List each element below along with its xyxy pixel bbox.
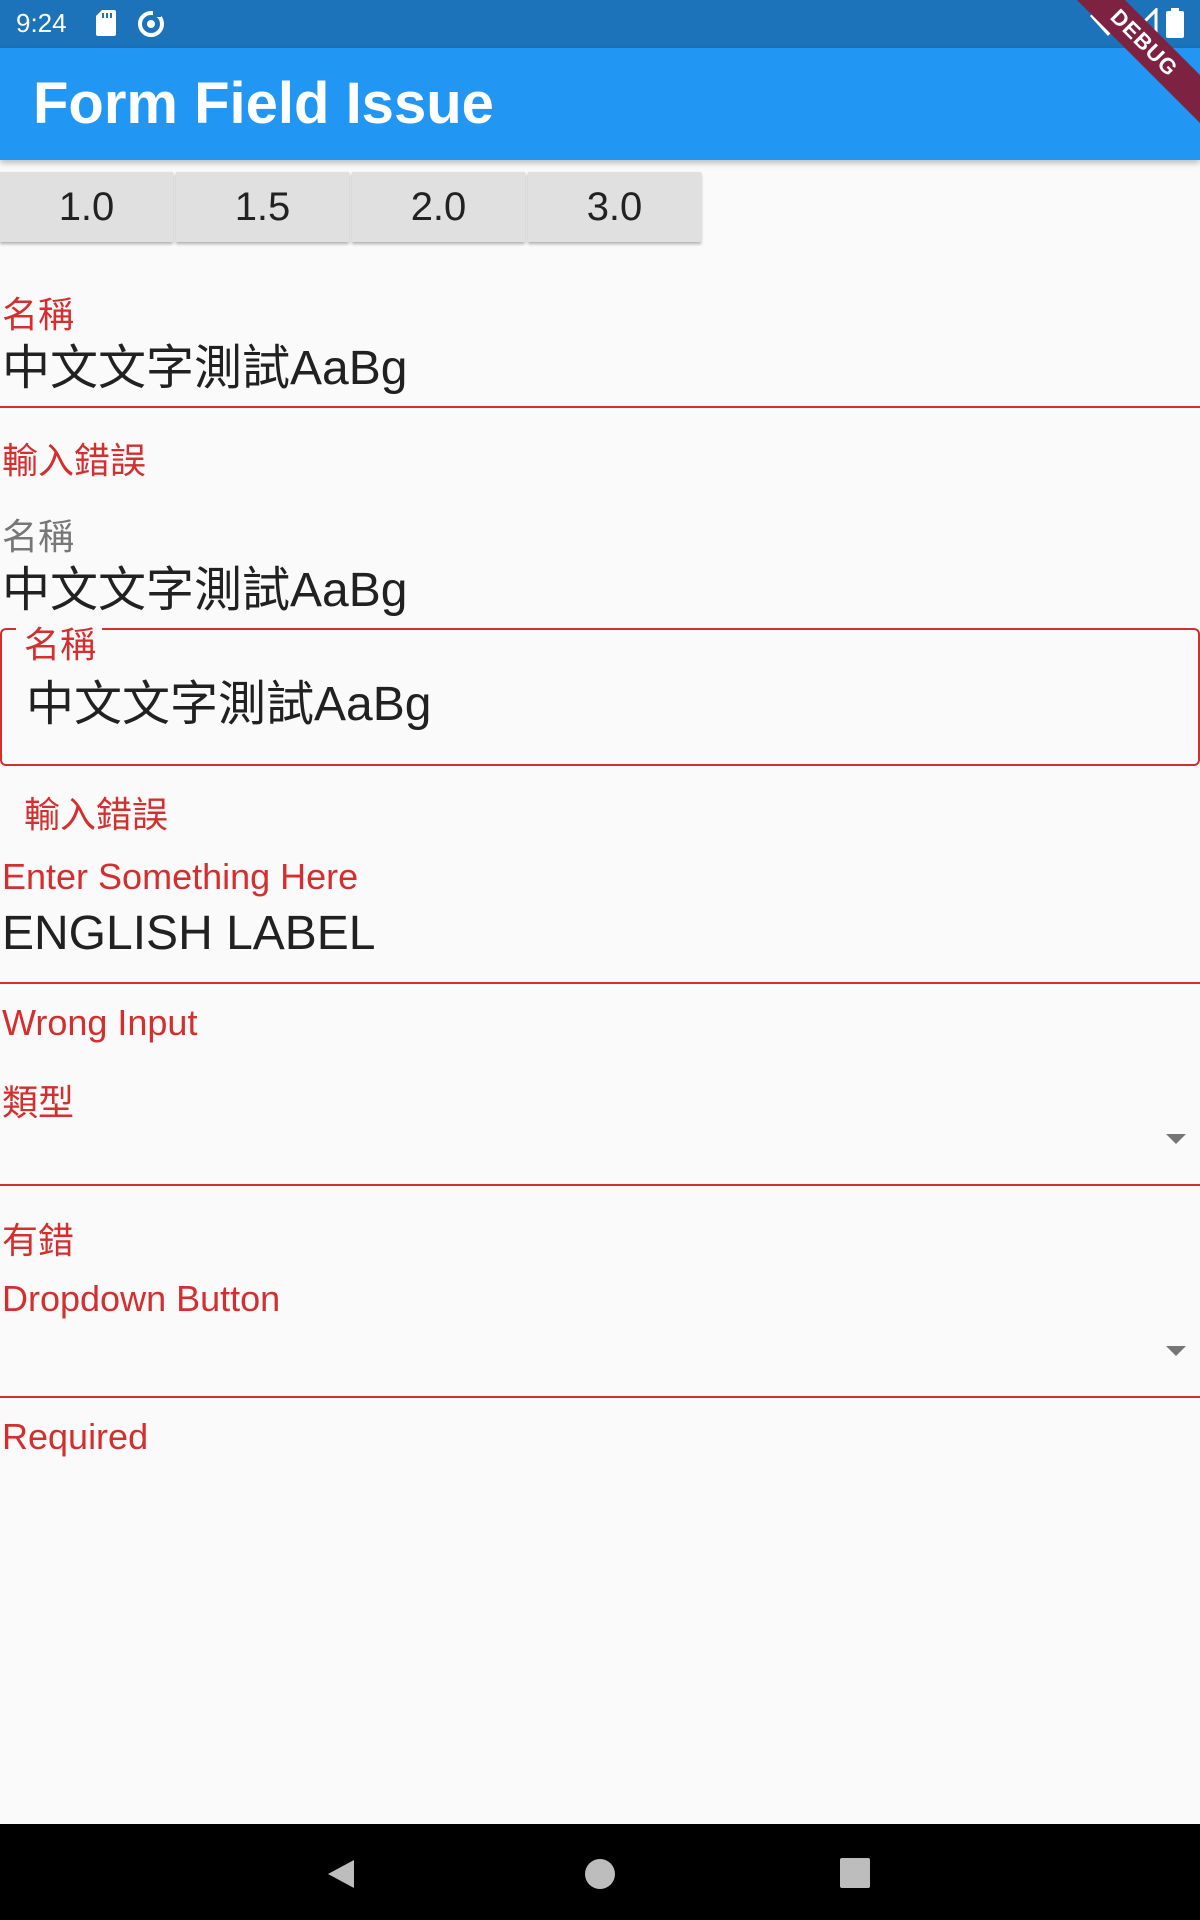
chevron-down-icon[interactable]: [1166, 1346, 1186, 1356]
text-field-3-label: 名稱: [24, 624, 97, 665]
scale-button-1-5[interactable]: 1.5: [176, 172, 349, 242]
status-time: 9:24: [16, 8, 67, 38]
page-title: Form Field Issue: [33, 71, 494, 136]
text-field-1-value[interactable]: 中文文字測試AaBg: [2, 328, 407, 398]
scale-button-2-0[interactable]: 2.0: [352, 172, 525, 242]
text-field-4-label: Enter Something Here: [2, 856, 359, 897]
dropdown-2-underline: [0, 1396, 1200, 1398]
text-field-4-error: Wrong Input: [2, 1002, 198, 1043]
text-field-2-value[interactable]: 中文文字測試AaBg: [2, 550, 407, 620]
dropdown-1-underline: [0, 1184, 1200, 1186]
scale-button-1-0[interactable]: 1.0: [0, 172, 173, 242]
sd-card-icon: [96, 10, 116, 36]
dropdown-1-label: 類型: [2, 1082, 75, 1123]
text-field-2[interactable]: 名稱 中文文字測試AaBg: [0, 504, 1200, 617]
text-field-4-underline: [0, 982, 1200, 984]
text-field-4[interactable]: Enter Something Here ENGLISH LABEL: [0, 852, 1200, 986]
dropdown-1-error: 有錯: [2, 1220, 75, 1261]
dropdown-2[interactable]: Dropdown Button: [0, 1278, 1200, 1398]
text-field-1-error: 輸入錯誤: [2, 440, 147, 481]
text-field-4-value[interactable]: ENGLISH LABEL: [2, 906, 376, 961]
text-field-3-error: 輸入錯誤: [24, 794, 169, 835]
dropdown-2-error: Required: [2, 1416, 149, 1457]
debug-banner: DEBUG: [1060, 0, 1200, 140]
text-field-3-value[interactable]: 中文文字測試AaBg: [26, 664, 431, 734]
app-bar: Form Field Issue: [0, 48, 1200, 160]
text-field-1-underline: [0, 406, 1200, 408]
recents-icon[interactable]: [840, 1858, 870, 1888]
navigation-bar: [0, 1824, 1200, 1920]
status-bar: 9:24: [0, 0, 1200, 48]
sync-icon: [138, 11, 164, 37]
home-icon[interactable]: [584, 1858, 616, 1890]
dropdown-2-label: Dropdown Button: [2, 1278, 281, 1319]
dropdown-1[interactable]: 類型: [0, 1074, 1200, 1188]
back-icon[interactable]: [326, 1858, 356, 1890]
debug-banner-label: DEBUG: [1060, 0, 1200, 133]
text-field-1[interactable]: 名稱 中文文字測試AaBg: [0, 282, 1200, 410]
chevron-down-icon[interactable]: [1166, 1134, 1186, 1144]
scale-button-3-0[interactable]: 3.0: [528, 172, 701, 242]
